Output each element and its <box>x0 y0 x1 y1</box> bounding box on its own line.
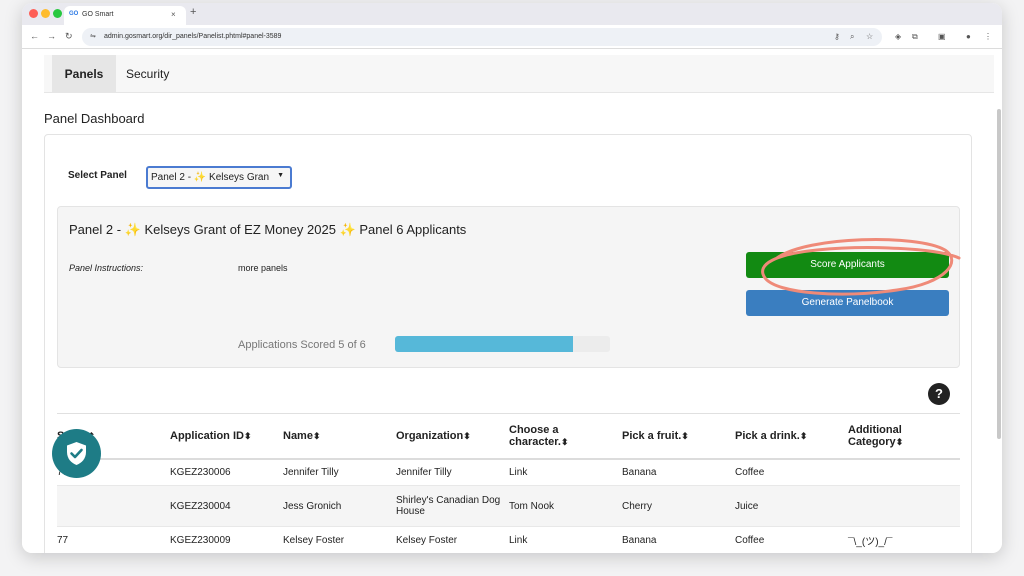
column-header[interactable]: Name⬍ <box>283 413 396 460</box>
tab-panels[interactable]: Panels <box>52 55 116 93</box>
close-window-button[interactable] <box>29 9 38 18</box>
browser-tab[interactable]: GO GO Smart × <box>64 6 186 25</box>
table-cell: Juice <box>735 485 848 527</box>
sort-icon[interactable]: ⬍ <box>561 437 569 447</box>
column-header[interactable]: Organization⬍ <box>396 413 509 460</box>
puzzle-icon[interactable]: ⧉ <box>912 32 918 42</box>
top-navbar: Panels Security <box>44 55 994 93</box>
menu-kebab-icon[interactable]: ⋮ <box>984 32 992 41</box>
table-cell: 77 <box>57 526 170 553</box>
table-cell: Link <box>509 526 622 553</box>
tab-bar: GO GO Smart × + <box>22 3 1002 25</box>
gosmart-favicon-icon: GO <box>69 11 79 17</box>
table-cell: KGEZ230009 <box>170 526 283 553</box>
table-cell: KGEZ230006 <box>170 458 283 486</box>
table-cell: Tom Nook <box>509 485 622 527</box>
select-panel-label: Select Panel <box>68 170 127 181</box>
table-cell: Banana <box>622 526 735 553</box>
extension-icon[interactable]: ◈ <box>895 32 901 41</box>
table-cell: ¯\_(ツ)_/¯ <box>848 526 960 553</box>
security-shield-badge[interactable] <box>52 429 101 478</box>
table-cell: Shirley's Canadian Dog House <box>396 485 509 527</box>
column-header[interactable]: Additional Category⬍ <box>848 413 960 460</box>
table-cell <box>57 485 170 527</box>
sidebar-icon[interactable]: ▣ <box>938 32 946 41</box>
table-cell: Coffee <box>735 526 848 553</box>
zoom-icon[interactable]: ⌕ <box>850 32 854 42</box>
sort-icon[interactable]: ⬍ <box>896 437 904 447</box>
panel-select[interactable]: Panel 2 - ✨ Kelseys Gran ▼ <box>146 166 292 189</box>
sort-icon[interactable]: ⬍ <box>681 431 689 441</box>
panel-instructions-value: more panels <box>238 263 288 273</box>
shield-check-icon <box>67 442 86 465</box>
table-cell: Banana <box>622 458 735 486</box>
sort-icon[interactable]: ⬍ <box>244 431 252 441</box>
table-row[interactable]: KGEZ230004 Jess Gronich Shirley's Canadi… <box>57 485 960 527</box>
tab-title: GO Smart <box>82 11 114 18</box>
table-cell: KGEZ230004 <box>170 485 283 527</box>
new-tab-icon[interactable]: + <box>190 6 196 18</box>
table-cell <box>848 485 960 527</box>
column-header[interactable]: Pick a drink.⬍ <box>735 413 848 460</box>
scoring-progress-bar <box>395 336 610 352</box>
table-cell: Kelsey Foster <box>283 526 396 553</box>
table-row[interactable]: 77 KGEZ230006 Jennifer Tilly Jennifer Ti… <box>57 458 960 486</box>
back-arrow-icon[interactable]: ← <box>30 31 39 41</box>
site-settings-icon[interactable]: ⇋ <box>90 32 96 40</box>
column-header[interactable]: Choose a character.⬍ <box>509 413 622 460</box>
page-title: Panel Dashboard <box>44 111 145 126</box>
maximize-window-button[interactable] <box>53 9 62 18</box>
column-header[interactable]: Application ID⬍ <box>170 413 283 460</box>
applications-table: Score⬍ Application ID⬍ Name⬍ Organizatio… <box>57 413 960 553</box>
profile-avatar-icon[interactable]: ● <box>966 32 971 41</box>
panel-select-value: Panel 2 - ✨ Kelseys Gran <box>151 172 270 183</box>
dashboard-card: Select Panel Panel 2 - ✨ Kelseys Gran ▼ … <box>44 134 972 553</box>
url-field[interactable]: ⇋ admin.gosmart.org/dir_panels/Panelist.… <box>82 28 882 46</box>
table-cell: Link <box>509 458 622 486</box>
panel-title: Panel 2 - ✨ Kelseys Grant of EZ Money 20… <box>69 222 467 237</box>
reload-icon[interactable]: ↻ <box>65 31 73 42</box>
help-icon[interactable]: ? <box>928 383 950 405</box>
progress-fill <box>395 336 574 352</box>
table-cell: Cherry <box>622 485 735 527</box>
minimize-window-button[interactable] <box>41 9 50 18</box>
forward-arrow-icon[interactable]: → <box>47 31 56 41</box>
tab-close-icon[interactable]: × <box>171 10 176 19</box>
table-cell <box>848 458 960 486</box>
table-cell: Kelsey Foster <box>396 526 509 553</box>
bookmark-star-icon[interactable]: ☆ <box>866 32 873 41</box>
table-cell: Coffee <box>735 458 848 486</box>
url-text: admin.gosmart.org/dir_panels/Panelist.ph… <box>104 33 282 40</box>
table-header-row: Score⬍ Application ID⬍ Name⬍ Organizatio… <box>57 413 960 460</box>
table-cell: Jennifer Tilly <box>396 458 509 486</box>
sort-icon[interactable]: ⬍ <box>800 431 808 441</box>
browser-window: GO GO Smart × + ← → ↻ ⇋ admin.gosmart.or… <box>22 3 1002 553</box>
applications-scored-text: Applications Scored 5 of 6 <box>238 339 366 351</box>
address-bar-row: ← → ↻ ⇋ admin.gosmart.org/dir_panels/Pan… <box>22 25 1002 49</box>
sort-icon[interactable]: ⬍ <box>313 431 321 441</box>
annotation-circle <box>761 238 961 296</box>
sort-icon[interactable]: ⬍ <box>463 431 471 441</box>
chevron-down-icon: ▼ <box>277 172 284 179</box>
page-scrollbar[interactable] <box>997 109 1001 439</box>
panel-instructions-label: Panel Instructions: <box>69 263 144 273</box>
key-icon[interactable]: ⚷ <box>834 32 840 41</box>
table-cell: Jess Gronich <box>283 485 396 527</box>
table-row[interactable]: 77 KGEZ230009 Kelsey Foster Kelsey Foste… <box>57 526 960 553</box>
table-cell: Jennifer Tilly <box>283 458 396 486</box>
tab-security[interactable]: Security <box>126 55 186 93</box>
column-header[interactable]: Pick a fruit.⬍ <box>622 413 735 460</box>
